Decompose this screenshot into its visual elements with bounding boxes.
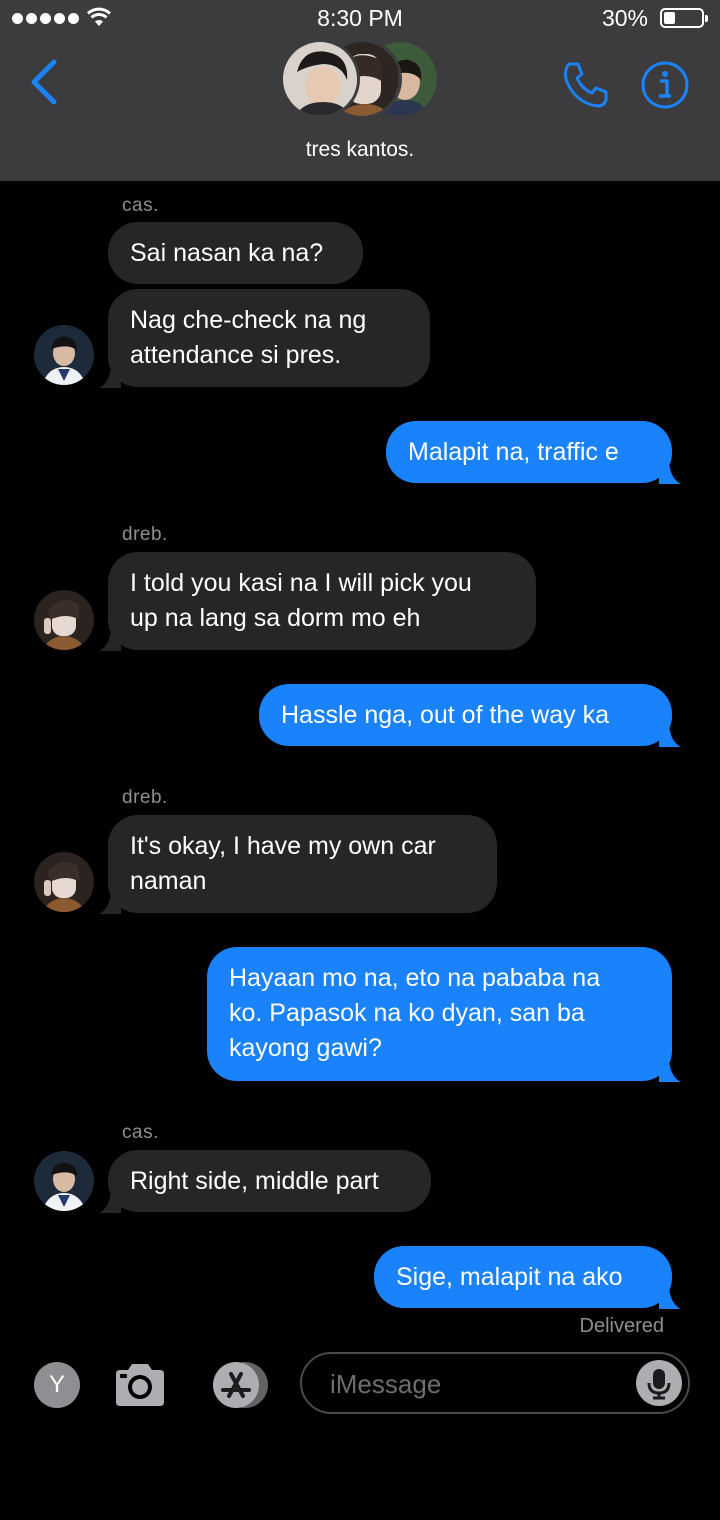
message-text-line: ko. Papasok na ko dyan, san ba <box>229 999 585 1027</box>
camera-icon[interactable] <box>112 1360 168 1410</box>
message-text-line: attendance si pres. <box>130 341 342 369</box>
message-text: Hassle nga, out of the way ka <box>281 701 609 729</box>
incoming-message-bubble[interactable]: Sai nasan ka na? <box>108 222 363 284</box>
microphone-icon[interactable] <box>636 1360 682 1406</box>
status-bar: 8:30 PM 30% <box>0 0 720 36</box>
message-text-line: It's okay, I have my own car <box>130 832 436 860</box>
incoming-message-bubble[interactable]: It's okay, I have my own car naman <box>99 815 497 914</box>
avatar-cas[interactable] <box>34 325 94 385</box>
message-text: Sai nasan ka na? <box>130 239 324 267</box>
group-name[interactable]: tres kantos. <box>0 138 720 162</box>
message-sender-name: cas. <box>122 195 159 216</box>
message-text-line: I told you kasi na I will pick you <box>130 569 472 597</box>
message-sender-name: dreb. <box>122 524 168 545</box>
message-text: Right side, middle part <box>130 1167 379 1195</box>
outgoing-message-bubble[interactable]: Sige, malapit na ako <box>374 1246 681 1309</box>
message-text-line: naman <box>130 867 207 895</box>
group-avatar-1 <box>280 39 360 119</box>
outgoing-message-bubble[interactable]: Hayaan mo na, eto na pababa na ko. Papas… <box>207 947 681 1082</box>
app-store-icon[interactable] <box>205 1360 271 1410</box>
message-text-line: kayong gawi? <box>229 1034 382 1062</box>
incoming-message-bubble[interactable]: Right side, middle part <box>99 1150 431 1213</box>
outgoing-message-bubble[interactable]: Hassle nga, out of the way ka <box>259 684 681 747</box>
imessage-placeholder: iMessage <box>330 1369 442 1399</box>
message-text: Sige, malapit na ako <box>396 1263 623 1291</box>
delivered-status: Delivered <box>579 1315 664 1337</box>
phone-icon[interactable] <box>560 58 612 110</box>
avatar-dreb[interactable] <box>34 590 94 650</box>
battery-percentage: 30% <box>601 5 648 31</box>
message-sender-name: cas. <box>122 1122 159 1143</box>
message-text-line: up na lang sa dorm mo eh <box>130 604 421 632</box>
message-text: Malapit na, traffic e <box>408 438 619 466</box>
conversation-header: 8:30 PM 30% tres kantos. <box>0 0 720 181</box>
incoming-message-bubble[interactable]: I told you kasi na I will pick you up na… <box>99 552 536 651</box>
imessage-input[interactable]: iMessage <box>300 1352 690 1414</box>
message-text-line: Nag che-check na ng <box>130 306 367 334</box>
avatar-cas[interactable] <box>34 1151 94 1211</box>
outgoing-message-bubble[interactable]: Malapit na, traffic e <box>386 421 681 484</box>
info-icon[interactable] <box>640 60 690 110</box>
battery-icon <box>660 8 708 28</box>
avatar-dreb[interactable] <box>34 852 94 912</box>
app-drawer-y-button[interactable]: Y <box>34 1362 80 1408</box>
incoming-message-bubble[interactable]: Nag che-check na ng attendance si pres. <box>99 289 430 388</box>
back-chevron-icon[interactable] <box>24 56 64 108</box>
message-sender-name: dreb. <box>122 787 168 808</box>
group-avatars[interactable] <box>280 39 442 119</box>
message-text-line: Hayaan mo na, eto na pababa na <box>229 964 601 992</box>
